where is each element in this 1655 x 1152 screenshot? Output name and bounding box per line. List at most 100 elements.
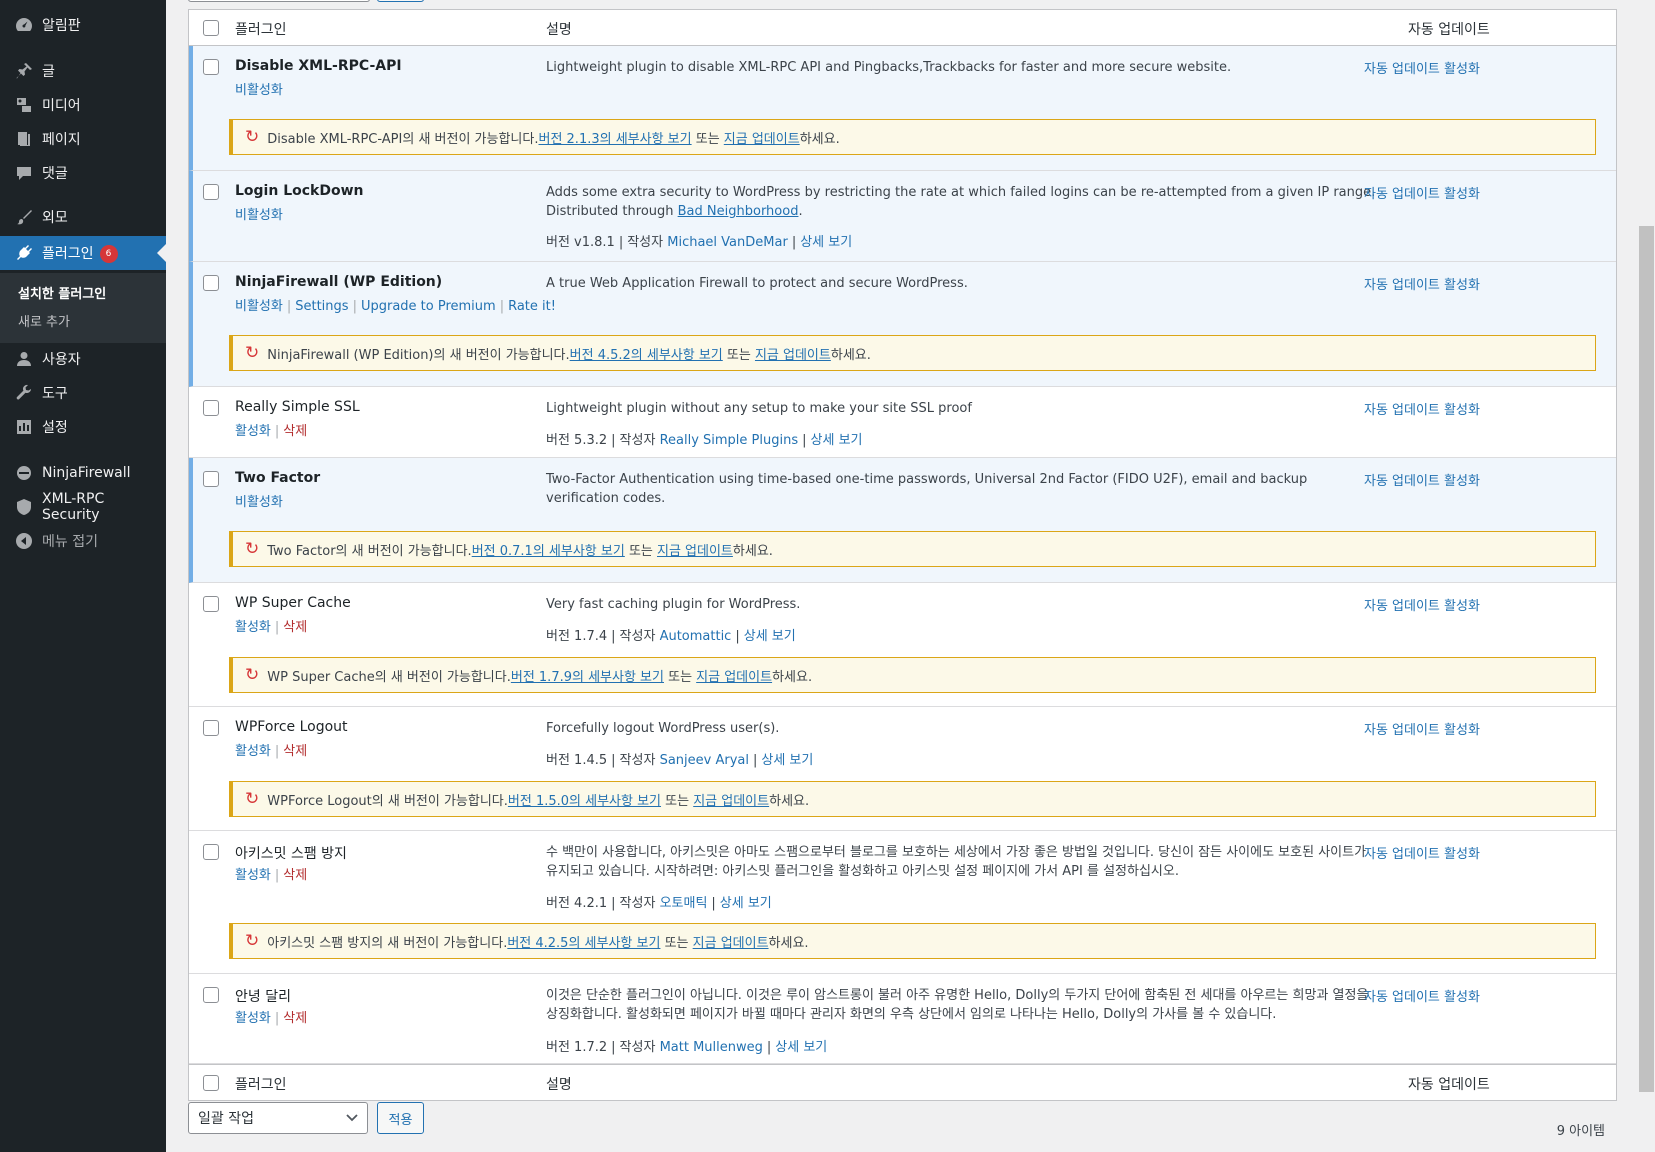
meta-separator: | — [791, 235, 797, 250]
select-all-checkbox[interactable] — [203, 20, 219, 36]
view-version-details-link[interactable]: 버전 4.2.5의 세부사항 보기 — [507, 932, 660, 951]
row-checkbox[interactable] — [203, 471, 219, 487]
submenu-installed-plugins[interactable]: 설치한 플러그인 — [18, 283, 106, 302]
menu-posts[interactable]: 글 — [0, 54, 166, 88]
row-checkbox[interactable] — [203, 720, 219, 736]
plugin-description: Forcefully logout WordPress user(s). — [546, 719, 1376, 738]
notice-or: 또는 — [624, 543, 657, 559]
view-details-link[interactable]: 상세 보기 — [811, 433, 863, 448]
row-checkbox[interactable] — [203, 275, 219, 291]
row-action-link[interactable]: 비활성화 — [235, 208, 283, 223]
menu-appearance[interactable]: 외모 — [0, 200, 166, 234]
view-version-details-link[interactable]: 버전 1.5.0의 세부사항 보기 — [508, 790, 661, 809]
update-notice: ↻ NinjaFirewall (WP Edition)의 새 버전이 가능합니다… — [229, 335, 1596, 371]
plugin-author-link[interactable]: Really Simple Plugins — [660, 433, 799, 448]
plugin-author-link[interactable]: Michael VanDeMar — [667, 235, 788, 250]
page-icon — [14, 129, 34, 149]
select-all-checkbox-bottom[interactable] — [203, 1075, 219, 1091]
view-version-details-link[interactable]: 버전 2.1.3의 세부사항 보기 — [538, 128, 691, 147]
row-action-link[interactable]: 삭제 — [283, 620, 307, 635]
row-action-link[interactable]: 활성화 — [235, 744, 271, 759]
enable-auto-update-link[interactable]: 자동 업데이트 활성화 — [1364, 274, 1480, 293]
row-action-link[interactable]: 활성화 — [235, 620, 271, 635]
enable-auto-update-link[interactable]: 자동 업데이트 활성화 — [1364, 183, 1480, 202]
row-checkbox[interactable] — [203, 987, 219, 1003]
enable-auto-update-link[interactable]: 자동 업데이트 활성화 — [1364, 470, 1480, 489]
update-now-link[interactable]: 지금 업데이트 — [724, 128, 800, 147]
view-details-link[interactable]: 상세 보기 — [800, 235, 852, 250]
apply-button[interactable]: 적용 — [377, 1102, 424, 1134]
enable-auto-update-link[interactable]: 자동 업데이트 활성화 — [1364, 595, 1480, 614]
menu-plugins[interactable]: 플러그인 6 — [0, 236, 166, 270]
row-action-link[interactable]: 활성화 — [235, 868, 271, 883]
scrollbar[interactable] — [1638, 0, 1655, 1152]
row-action-link[interactable]: 삭제 — [283, 1011, 307, 1026]
menu-media[interactable]: 미디어 — [0, 88, 166, 122]
update-now-link[interactable]: 지금 업데이트 — [755, 344, 831, 363]
row-checkbox[interactable] — [203, 844, 219, 860]
menu-ninjafirewall-label: NinjaFirewall — [42, 465, 131, 481]
enable-auto-update-link[interactable]: 자동 업데이트 활성화 — [1364, 986, 1480, 1005]
footer-plugin[interactable]: 플러그인 — [235, 1074, 287, 1094]
view-details-link[interactable]: 상세 보기 — [775, 1040, 827, 1055]
plugin-author-link[interactable]: Matt Mullenweg — [660, 1040, 763, 1055]
view-details-link[interactable]: 상세 보기 — [744, 629, 796, 644]
menu-users[interactable]: 사용자 — [0, 342, 166, 376]
update-now-link[interactable]: 지금 업데이트 — [696, 666, 772, 685]
enable-auto-update-link[interactable]: 자동 업데이트 활성화 — [1364, 843, 1480, 862]
header-plugin[interactable]: 플러그인 — [235, 19, 287, 39]
view-details-link[interactable]: 상세 보기 — [761, 753, 813, 768]
update-now-link[interactable]: 지금 업데이트 — [657, 540, 733, 559]
enable-auto-update-link[interactable]: 자동 업데이트 활성화 — [1364, 719, 1480, 738]
row-checkbox[interactable] — [203, 59, 219, 75]
row-action-link[interactable]: Rate it! — [508, 299, 556, 314]
row-action-link[interactable]: 삭제 — [283, 424, 307, 439]
menu-ninjafirewall[interactable]: NinjaFirewall — [0, 456, 166, 490]
menu-tools[interactable]: 도구 — [0, 376, 166, 410]
row-action-link[interactable]: 삭제 — [283, 868, 307, 883]
menu-xmlrpc-security-label: XML-RPC Security — [42, 491, 105, 523]
update-now-link[interactable]: 지금 업데이트 — [693, 932, 769, 951]
row-action-link[interactable]: 활성화 — [235, 1011, 271, 1026]
update-now-link[interactable]: 지금 업데이트 — [693, 790, 769, 809]
meta-separator: | — [711, 896, 716, 911]
submenu-add-new[interactable]: 새로 추가 — [18, 311, 70, 330]
action-separator: | — [274, 620, 280, 635]
notice-or: 또는 — [661, 793, 694, 809]
menu-dashboard[interactable]: 알림판 — [0, 8, 166, 42]
update-icon: ↻ — [245, 931, 260, 951]
row-action-link[interactable]: 활성화 — [235, 424, 271, 439]
plugin-name: NinjaFirewall (WP Edition) — [235, 274, 443, 290]
menu-xmlrpc-security[interactable]: XML-RPC Security — [0, 490, 166, 524]
row-action-link[interactable]: Upgrade to Premium — [361, 299, 496, 314]
row-checkbox[interactable] — [203, 596, 219, 612]
meta-separator: | — [611, 629, 616, 644]
row-checkbox[interactable] — [203, 400, 219, 416]
apply-button-top[interactable] — [377, 0, 424, 2]
view-version-details-link[interactable]: 버전 1.7.9의 세부사항 보기 — [511, 666, 664, 685]
enable-auto-update-link[interactable]: 자동 업데이트 활성화 — [1364, 58, 1480, 77]
enable-auto-update-link[interactable]: 자동 업데이트 활성화 — [1364, 399, 1480, 418]
menu-collapse[interactable]: 메뉴 접기 — [0, 524, 166, 558]
row-action-link[interactable]: 비활성화 — [235, 83, 283, 98]
collapse-icon — [14, 531, 34, 551]
plugin-author-link[interactable]: 오토매틱 — [660, 896, 708, 911]
row-checkbox[interactable] — [203, 184, 219, 200]
description-link[interactable]: Bad Neighborhood — [678, 204, 799, 219]
plugin-author-link[interactable]: Automattic — [660, 629, 732, 644]
menu-pages[interactable]: 페이지 — [0, 122, 166, 156]
row-action-link[interactable]: 비활성화 — [235, 299, 283, 314]
row-action-link[interactable]: 비활성화 — [235, 495, 283, 510]
row-action-link[interactable]: 삭제 — [283, 744, 307, 759]
view-details-link[interactable]: 상세 보기 — [720, 896, 772, 911]
menu-comments[interactable]: 댓글 — [0, 156, 166, 190]
view-version-details-link[interactable]: 버전 4.5.2의 세부사항 보기 — [570, 344, 723, 363]
row-action-link[interactable]: Settings — [295, 299, 348, 314]
plugin-author-link[interactable]: Sanjeev Aryal — [660, 753, 749, 768]
update-notice: ↻ Disable XML-RPC-API의 새 버전이 가능합니다. 버전 2.… — [229, 119, 1596, 155]
bulk-select-top[interactable] — [188, 0, 370, 2]
menu-settings[interactable]: 설정 — [0, 410, 166, 444]
scrollbar-thumb[interactable] — [1639, 226, 1654, 1092]
view-version-details-link[interactable]: 버전 0.7.1의 세부사항 보기 — [472, 540, 625, 559]
bulk-action-select[interactable]: 일괄 작업 — [188, 1102, 368, 1134]
